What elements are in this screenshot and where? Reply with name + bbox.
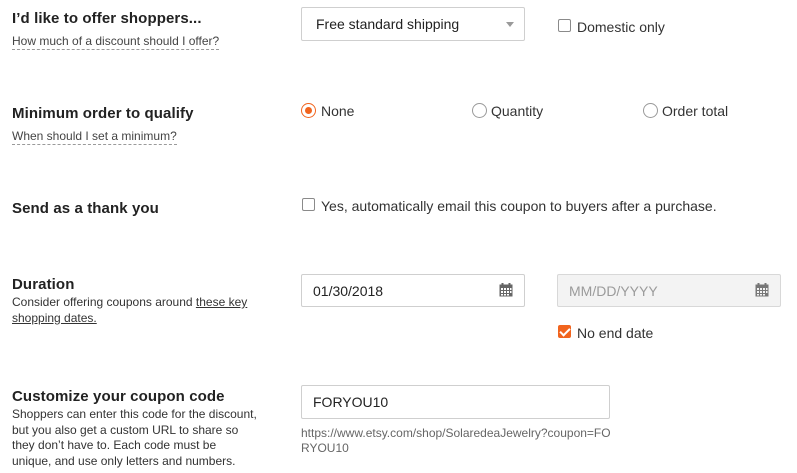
offer-title: I’d like to offer shoppers...	[12, 10, 202, 27]
end-date-placeholder: MM/DD/YYYY	[569, 282, 658, 299]
end-date-input[interactable]: MM/DD/YYYY	[557, 274, 781, 307]
coupon-code-value: FORYOU10	[313, 394, 389, 410]
calendar-icon[interactable]	[755, 283, 769, 297]
thankyou-checkbox[interactable]	[302, 198, 315, 211]
radio-quantity-label: Quantity	[491, 103, 544, 119]
radio-none-label: None	[321, 103, 355, 119]
radio-order-total-label: Order total	[662, 103, 729, 119]
no-end-date-label: No end date	[577, 325, 654, 341]
radio-none[interactable]	[301, 103, 316, 118]
code-title: Customize your coupon code	[12, 388, 225, 405]
coupon-code-input[interactable]: FORYOU10	[301, 385, 610, 419]
thankyou-checkbox-label: Yes, automatically email this coupon to …	[321, 198, 717, 214]
domestic-only-checkbox[interactable]	[558, 19, 571, 32]
duration-desc: Consider offering coupons around these k…	[12, 295, 257, 326]
minimum-help-link[interactable]: When should I set a minimum?	[12, 129, 177, 145]
radio-order-total[interactable]	[643, 103, 658, 118]
discount-type-select[interactable]: Free standard shipping	[301, 7, 525, 41]
coupon-url: https://www.etsy.com/shop/SolaredeaJewel…	[301, 426, 611, 455]
start-date-value: 01/30/2018	[313, 282, 384, 299]
start-date-input[interactable]: 01/30/2018	[301, 274, 525, 307]
caret-down-icon	[506, 22, 514, 27]
duration-desc-text: Consider offering coupons around	[12, 295, 196, 309]
discount-type-value: Free standard shipping	[316, 16, 460, 32]
calendar-icon[interactable]	[499, 283, 513, 297]
domestic-only-label: Domestic only	[577, 19, 665, 35]
code-desc: Shoppers can enter this code for the dis…	[12, 407, 257, 468]
minimum-title: Minimum order to qualify	[12, 105, 194, 122]
radio-quantity[interactable]	[472, 103, 487, 118]
no-end-date-checkbox[interactable]	[558, 325, 571, 338]
thankyou-title: Send as a thank you	[12, 200, 159, 217]
offer-help-link[interactable]: How much of a discount should I offer?	[12, 34, 220, 50]
duration-title: Duration	[12, 276, 75, 293]
offer-help-link-wrap: How much of a discount should I offer?	[12, 32, 220, 50]
minimum-help-link-wrap: When should I set a minimum?	[12, 127, 177, 145]
